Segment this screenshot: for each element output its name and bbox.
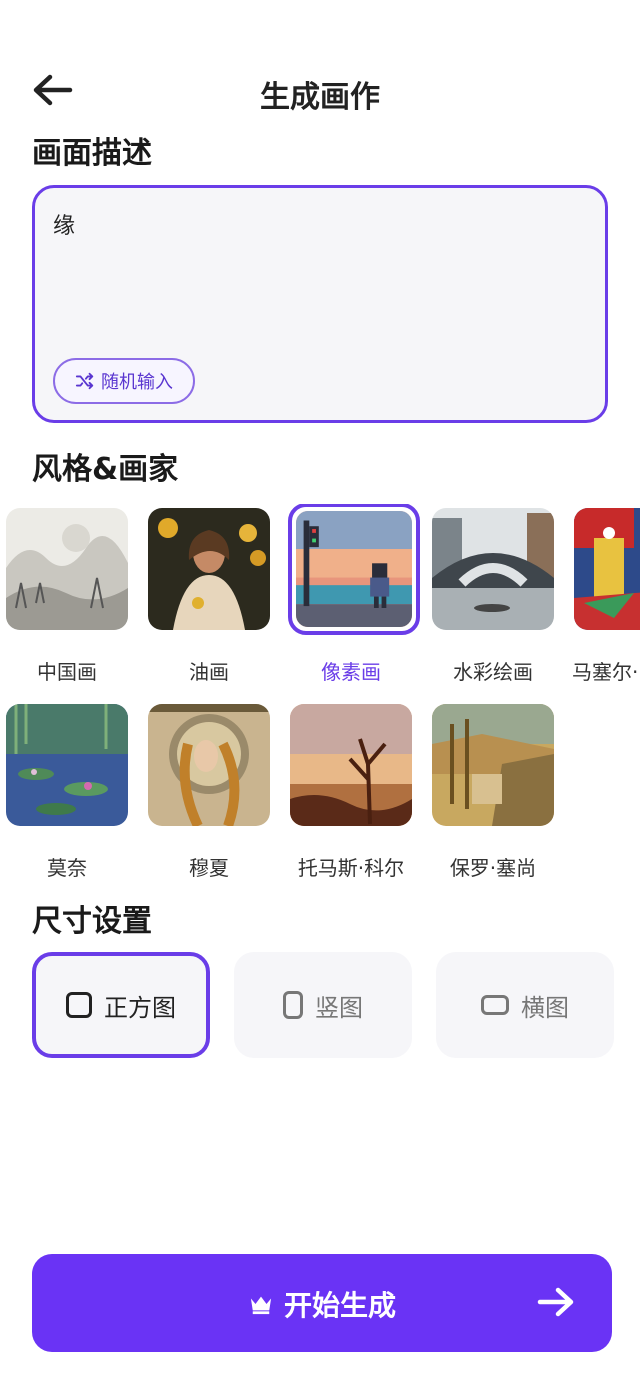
style-item-chinese-painting[interactable]: 中国画 [4, 508, 130, 685]
start-generate-content: 开始生成 [32, 1284, 612, 1324]
style-item-paul-cezanne[interactable]: 保罗·塞尚 [430, 704, 556, 881]
style-grid: 中国画 油画 像素画 水彩绘画 马塞尔· 莫奈 穆夏 托马斯·科尔 保罗·塞尚 [0, 504, 640, 884]
square-shape-icon [66, 992, 92, 1018]
style-thumbnail [290, 704, 412, 826]
style-label: 穆夏 [189, 856, 229, 880]
crown-icon [250, 1296, 272, 1315]
shuffle-icon [75, 372, 94, 390]
style-thumbnail [148, 508, 270, 630]
page-title: 生成画作 [260, 80, 380, 115]
style-label: 马塞尔· [572, 660, 639, 684]
size-option-portrait[interactable]: 竖图 [234, 952, 412, 1058]
style-label: 油画 [189, 660, 229, 684]
style-thumbnail [288, 504, 420, 635]
portrait-shape-icon [283, 991, 303, 1019]
style-thumbnail [432, 508, 554, 630]
style-item-marcel[interactable]: 马塞尔· [572, 508, 640, 685]
landscape-shape-icon [481, 995, 509, 1015]
description-section-title: 画面描述 [32, 136, 152, 171]
style-label: 像素画 [321, 660, 381, 684]
random-input-label: 随机输入 [101, 372, 173, 393]
style-item-monet[interactable]: 莫奈 [4, 704, 130, 881]
style-item-pixel-art[interactable]: 像素画 [288, 504, 420, 685]
style-thumbnail [6, 508, 128, 630]
style-label: 保罗·塞尚 [449, 856, 537, 880]
style-thumbnail [432, 704, 554, 826]
random-input-button[interactable]: 随机输入 [53, 358, 195, 404]
size-option-landscape[interactable]: 横图 [436, 952, 614, 1058]
style-label: 水彩绘画 [453, 660, 533, 684]
start-generate-label: 开始生成 [283, 1289, 396, 1322]
style-item-thomas-cole[interactable]: 托马斯·科尔 [288, 704, 414, 881]
size-option-square[interactable]: 正方图 [32, 952, 210, 1058]
style-thumbnail [574, 508, 640, 630]
style-thumbnail [6, 704, 128, 826]
description-text: 缘 [53, 214, 76, 239]
style-item-oil-painting[interactable]: 油画 [146, 508, 272, 685]
header: 生成画作 [0, 60, 640, 120]
description-input[interactable]: 缘 随机输入 [32, 185, 608, 423]
style-label: 莫奈 [47, 856, 87, 880]
styles-section-title: 风格&画家 [32, 452, 179, 487]
size-section-title: 尺寸设置 [32, 904, 152, 939]
size-option-label: 竖图 [315, 993, 363, 1022]
start-generate-button[interactable]: 开始生成 [32, 1254, 612, 1352]
style-item-watercolor[interactable]: 水彩绘画 [430, 508, 556, 685]
size-option-label: 横图 [521, 993, 569, 1022]
style-item-mucha[interactable]: 穆夏 [146, 704, 272, 881]
style-label: 中国画 [37, 660, 97, 684]
arrow-right-icon [537, 1287, 574, 1317]
size-option-label: 正方图 [104, 993, 176, 1022]
style-thumbnail [148, 704, 270, 826]
style-label: 托马斯·科尔 [297, 856, 405, 880]
